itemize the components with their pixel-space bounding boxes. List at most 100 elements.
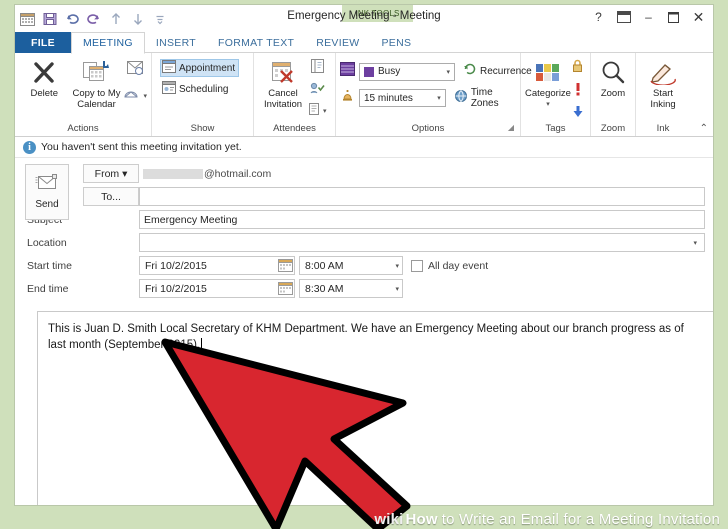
tab-format-text[interactable]: FORMAT TEXT xyxy=(207,32,305,53)
collapse-ribbon-icon[interactable]: ⌃ xyxy=(700,123,708,134)
categorize-button[interactable]: Categorize ▾ xyxy=(525,56,571,110)
help-icon[interactable]: ? xyxy=(586,7,611,27)
time-zones-icon xyxy=(454,89,468,108)
private-lock-icon[interactable] xyxy=(571,59,584,78)
to-button[interactable]: To... xyxy=(83,187,139,206)
scheduling-label: Scheduling xyxy=(179,83,229,95)
categorize-icon xyxy=(535,58,562,88)
info-icon: i xyxy=(23,140,36,154)
appointment-button[interactable]: Appointment xyxy=(160,59,240,77)
start-date-input[interactable]: Fri 10/2/2015 xyxy=(139,256,295,275)
send-button[interactable]: Send xyxy=(25,164,69,220)
response-options-caret[interactable]: ▾ xyxy=(323,107,327,115)
maximize-icon[interactable] xyxy=(661,7,686,27)
message-body-text: This is Juan D. Smith Local Secretary of… xyxy=(48,323,684,351)
end-time-input[interactable]: 8:30 AM ▾ xyxy=(299,279,403,298)
all-day-event-label: All day event xyxy=(428,259,489,272)
chevron-down-icon[interactable]: ▾ xyxy=(693,239,700,247)
ribbon-group-label-actions: Actions xyxy=(67,123,99,134)
redacted-address-block xyxy=(143,168,203,179)
zoom-button[interactable]: Zoom xyxy=(595,56,631,99)
start-inking-button[interactable]: Start Inking xyxy=(640,56,686,110)
delete-label: Delete xyxy=(30,88,58,99)
calendar-picker-icon[interactable] xyxy=(278,258,293,273)
cancel-invitation-button[interactable]: Cancel Invitation xyxy=(258,56,308,110)
categorize-caret[interactable]: ▾ xyxy=(546,99,550,110)
ribbon-group-label-ink: Ink xyxy=(656,123,670,134)
cancel-invitation-label: Cancel Invitation xyxy=(263,88,303,110)
undo-icon[interactable] xyxy=(61,9,82,29)
scheduling-button[interactable]: Scheduling xyxy=(160,80,232,98)
tab-insert[interactable]: INSERT xyxy=(145,32,207,53)
show-as-value: Busy xyxy=(378,66,401,77)
reminder-value: 15 minutes xyxy=(364,92,413,104)
from-domain: @hotmail.com xyxy=(204,167,272,180)
options-dialog-launcher-icon[interactable]: ◢ xyxy=(508,121,514,135)
chevron-down-icon[interactable]: ▾ xyxy=(395,262,399,270)
address-book-icon[interactable] xyxy=(310,59,325,78)
respond-mail-icon[interactable] xyxy=(123,86,141,105)
to-row: To... xyxy=(21,185,707,208)
time-zones-label[interactable]: Time Zones xyxy=(471,87,516,109)
copy-to-my-calendar-button[interactable]: Copy to My Calendar xyxy=(70,56,124,110)
ribbon-display-options-icon[interactable] xyxy=(611,7,636,27)
all-day-event-checkbox[interactable]: All day event xyxy=(411,259,489,272)
show-as-dropdown[interactable]: Busy ▾ xyxy=(359,62,455,81)
respond-dropdown-caret[interactable]: ▾ xyxy=(143,92,147,100)
start-inking-pen-icon xyxy=(649,58,677,88)
ribbon-group-label-attendees: Attendees xyxy=(273,123,316,134)
to-input[interactable] xyxy=(139,187,705,206)
subject-row: Subject Emergency Meeting xyxy=(21,208,707,231)
end-date-value: Fri 10/2/2015 xyxy=(145,282,207,295)
wikihow-watermark: wiki How to Write an Email for a Meeting… xyxy=(374,511,720,528)
delete-button[interactable]: Delete xyxy=(19,56,70,99)
calendar-picker-icon[interactable] xyxy=(278,281,293,296)
forward-icon[interactable] xyxy=(125,59,145,82)
tab-review[interactable]: REVIEW xyxy=(305,32,370,53)
title-bar: INK TOOLS Emergency Meeting - Meeting ? … xyxy=(15,5,713,32)
location-input[interactable]: ▾ xyxy=(139,233,705,252)
minimize-icon[interactable]: – xyxy=(636,7,661,27)
options-label-text: Options xyxy=(411,123,445,134)
ribbon-group-attendees: Cancel Invitation ▾ Attendees xyxy=(254,53,336,136)
calendar-icon[interactable] xyxy=(17,9,38,29)
save-icon[interactable] xyxy=(39,9,60,29)
text-caret xyxy=(201,338,203,350)
message-body[interactable]: This is Juan D. Smith Local Secretary of… xyxy=(37,311,713,505)
next-item-icon[interactable] xyxy=(127,9,148,29)
from-button[interactable]: From ▾ xyxy=(83,164,139,183)
show-as-color-swatch xyxy=(364,66,374,77)
outlook-meeting-window: INK TOOLS Emergency Meeting - Meeting ? … xyxy=(14,4,714,506)
check-names-icon[interactable] xyxy=(310,81,325,99)
tab-pens[interactable]: PENS xyxy=(370,32,422,53)
reminder-dropdown[interactable]: 15 minutes ▾ xyxy=(359,89,446,107)
start-inking-label: Start Inking xyxy=(650,88,676,110)
previous-item-icon[interactable] xyxy=(105,9,126,29)
contextual-tab-ink-tools: INK TOOLS xyxy=(342,5,413,22)
from-value[interactable]: @hotmail.com xyxy=(139,164,707,183)
low-importance-icon[interactable] xyxy=(572,105,584,123)
start-time-row: Start time Fri 10/2/2015 8:00 AM ▾ All d… xyxy=(21,254,707,277)
info-bar-text: You haven't sent this meeting invitation… xyxy=(41,141,242,153)
copy-to-my-calendar-label: Copy to My Calendar xyxy=(72,88,121,110)
response-options-icon[interactable] xyxy=(308,102,321,120)
start-time-input[interactable]: 8:00 AM ▾ xyxy=(299,256,403,275)
chevron-down-icon[interactable]: ▾ xyxy=(395,285,399,293)
ribbon-group-label-options: Options ◢ xyxy=(340,122,516,136)
cancel-invitation-icon xyxy=(270,58,296,88)
wikihow-caption-text: to Write an Email for a Meeting Invitati… xyxy=(441,511,720,528)
end-date-input[interactable]: Fri 10/2/2015 xyxy=(139,279,295,298)
redo-icon[interactable] xyxy=(83,9,104,29)
subject-input[interactable]: Emergency Meeting xyxy=(139,210,705,229)
screenshot-root: INK TOOLS Emergency Meeting - Meeting ? … xyxy=(0,0,728,529)
customize-qat-icon[interactable] xyxy=(149,9,170,29)
frame-right xyxy=(714,0,728,529)
close-icon[interactable]: ✕ xyxy=(686,7,711,27)
tab-file[interactable]: FILE xyxy=(15,32,71,53)
quick-access-toolbar xyxy=(15,9,170,29)
ribbon-group-tags: Categorize ▾ Tags xyxy=(521,53,591,136)
tab-meeting[interactable]: MEETING xyxy=(70,32,145,54)
ribbon-group-zoom: Zoom Zoom xyxy=(591,53,636,136)
copy-calendar-icon xyxy=(82,58,110,88)
high-importance-icon[interactable] xyxy=(573,82,583,101)
